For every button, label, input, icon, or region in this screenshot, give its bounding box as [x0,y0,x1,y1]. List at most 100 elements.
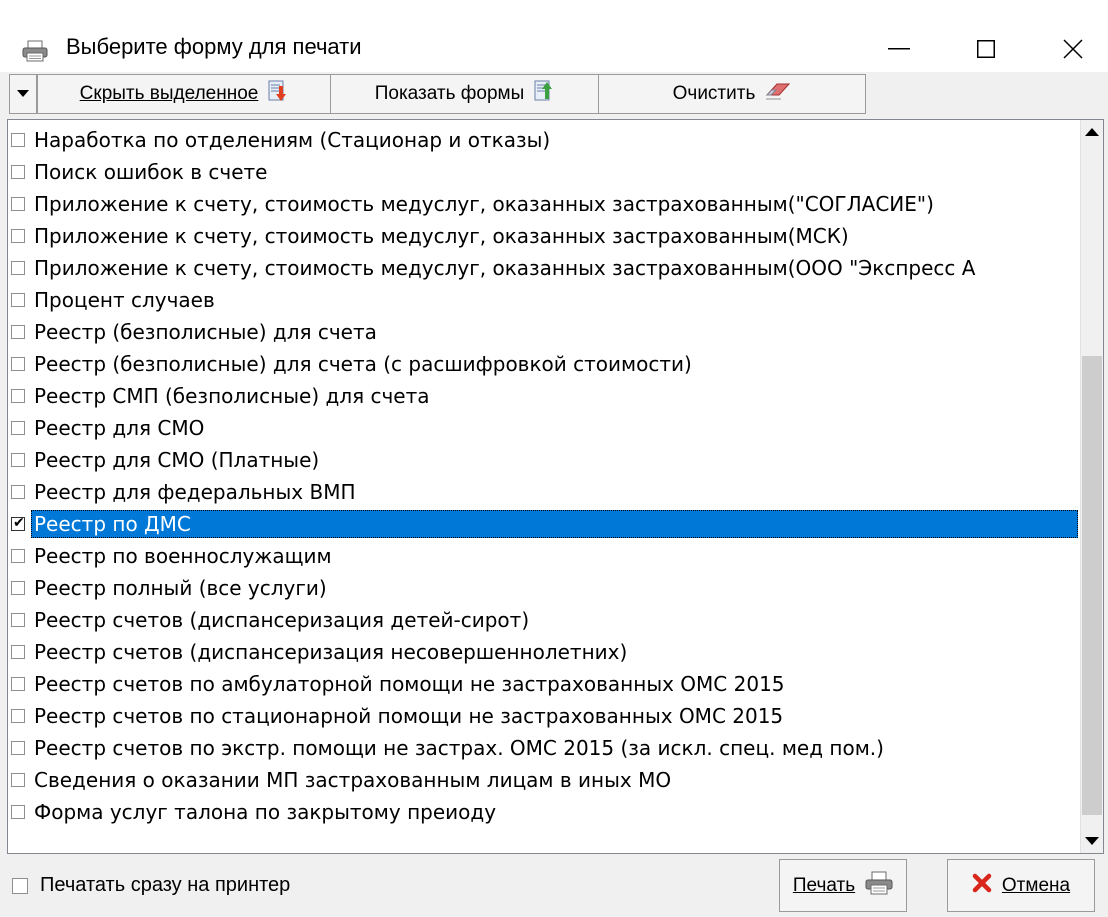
form-checkbox[interactable] [11,677,25,691]
form-label: Форма услуг талона по закрытому преиоду [34,800,497,824]
show-forms-label: Показать формы [374,83,525,104]
form-list-item[interactable]: Реестр для СМО (Платные) [8,444,1078,476]
cancel-button[interactable]: Отмена [947,859,1095,912]
printer-icon [22,40,48,62]
form-checkbox[interactable] [11,197,25,211]
form-label: Реестр по военнослужащим [34,544,332,568]
form-checkbox[interactable] [11,485,25,499]
minimize-button[interactable] [869,20,929,78]
form-label: Реестр полный (все услуги) [34,576,327,600]
form-label: Реестр для федеральных ВМП [34,480,356,504]
form-list-item[interactable]: ✔ Реестр по ДМС [8,508,1078,540]
show-forms-button[interactable]: Показать формы [330,74,599,114]
form-list-item[interactable]: Приложение к счету, стоимость медуслуг, … [8,252,1078,284]
checkmark-icon: ✔ [13,515,25,531]
form-label: Реестр счетов по экстр. помощи не застра… [34,736,884,760]
printer-icon [865,871,893,901]
form-list-item[interactable]: Сведения о оказании МП застрахованным ли… [8,764,1078,796]
form-checkbox[interactable] [11,453,25,467]
form-label: Реестр (безполисные) для счета [34,320,377,344]
scroll-down-button[interactable] [1081,829,1103,853]
maximize-button[interactable] [956,20,1016,78]
form-checkbox[interactable] [11,165,25,179]
form-label: Реестр по ДМС [31,510,1078,538]
form-label: Реестр СМП (безполисные) для счета [34,384,430,408]
print-button[interactable]: Печать [779,859,907,912]
form-list-item[interactable]: Реестр СМП (безполисные) для счета [8,380,1078,412]
form-label: Реестр для СМО (Платные) [34,448,320,472]
arrow-up-icon [1085,128,1099,136]
vertical-scrollbar[interactable] [1080,120,1103,853]
form-checkbox[interactable] [11,133,25,147]
form-checkbox[interactable] [11,773,25,787]
form-list-item[interactable]: Реестр (безполисные) для счета (с расшиф… [8,348,1078,380]
form-list-item[interactable]: Реестр (безполисные) для счета [8,316,1078,348]
form-checkbox[interactable] [11,357,25,371]
form-label: Сведения о оказании МП застрахованным ли… [34,768,672,792]
form-list-item[interactable]: Реестр счетов по амбулаторной помощи не … [8,668,1078,700]
form-list-item[interactable]: Реестр счетов (диспансеризация несоверше… [8,636,1078,668]
form-list-item[interactable]: Реестр для федеральных ВМП [8,476,1078,508]
clear-button[interactable]: Очистить [598,74,866,114]
form-checkbox[interactable] [11,581,25,595]
print-directly-checkbox[interactable] [12,878,28,894]
form-label: Реестр счетов по амбулаторной помощи не … [34,672,785,696]
form-checkbox[interactable] [11,261,25,275]
clear-label: Очистить [672,83,756,104]
form-label: Наработка по отделениям (Стационар и отк… [34,128,551,152]
form-checkbox[interactable] [11,293,25,307]
form-list-item[interactable]: Приложение к счету, стоимость медуслуг, … [8,220,1078,252]
form-list-item[interactable]: Приложение к счету, стоимость медуслуг, … [8,188,1078,220]
print-button-label: Печать [792,874,856,896]
form-label: Приложение к счету, стоимость медуслуг, … [34,256,976,280]
form-label: Поиск ошибок в счете [34,160,268,184]
form-checkbox[interactable]: ✔ [11,515,25,531]
form-label: Процент случаев [34,288,215,312]
form-checkbox[interactable] [11,421,25,435]
form-checkbox[interactable] [11,229,25,243]
form-label: Реестр для СМО [34,416,205,440]
form-list-item[interactable]: Реестр по военнослужащим [8,540,1078,572]
toolbar-dropdown-button[interactable] [9,74,37,114]
form-label: Реестр счетов (диспансеризация детей-сир… [34,608,530,632]
form-list-item[interactable]: Реестр для СМО [8,412,1078,444]
form-checkbox[interactable] [11,805,25,819]
form-checkbox[interactable] [11,645,25,659]
form-checkbox[interactable] [11,549,25,563]
eraser-icon [765,81,791,107]
footer: Печатать сразу на принтер Печать Отмена [0,856,1108,917]
cancel-x-icon [972,873,992,899]
form-list-item[interactable]: Наработка по отделениям (Стационар и отк… [8,124,1078,156]
hide-selected-icon [268,80,288,108]
print-directly-label[interactable]: Печатать сразу на принтер [40,874,290,897]
form-list-item[interactable]: Процент случаев [8,284,1078,316]
form-list-item[interactable]: Форма услуг талона по закрытому преиоду [8,796,1078,828]
form-checkbox[interactable] [11,389,25,403]
form-label: Реестр (безполисные) для счета (с расшиф… [34,352,692,376]
dropdown-arrow-icon [17,90,29,97]
cancel-button-label: Отмена [1001,874,1071,896]
form-checkbox[interactable] [11,613,25,627]
form-label: Приложение к счету, стоимость медуслуг, … [34,224,849,248]
form-list-item[interactable]: Реестр полный (все услуги) [8,572,1078,604]
window-title: Выберите форму для печати [66,34,362,59]
close-button[interactable] [1043,20,1103,78]
form-list-item[interactable]: Поиск ошибок в счете [8,156,1078,188]
form-list-item[interactable]: Реестр счетов по стационарной помощи не … [8,700,1078,732]
form-list-item[interactable]: Реестр счетов (диспансеризация детей-сир… [8,604,1078,636]
scroll-up-button[interactable] [1081,120,1103,144]
forms-list[interactable]: Наработка по отделениям (Стационар и отк… [7,119,1104,854]
form-list-item[interactable]: Реестр счетов по экстр. помощи не застра… [8,732,1078,764]
title-bar: Выберите форму для печати [0,10,1108,72]
show-forms-icon [534,80,554,108]
form-checkbox[interactable] [11,741,25,755]
hide-selected-button[interactable]: Скрыть выделенное [37,74,331,114]
form-label: Реестр счетов по стационарной помощи не … [34,704,784,728]
form-label: Реестр счетов (диспансеризация несоверше… [34,640,628,664]
scrollbar-thumb[interactable] [1082,356,1102,816]
arrow-down-icon [1085,837,1099,845]
forms-list-items: Наработка по отделениям (Стационар и отк… [8,124,1078,828]
toolbar: Скрыть выделенное Показать формы Очистит… [0,72,1108,120]
form-checkbox[interactable] [11,709,25,723]
form-checkbox[interactable] [11,325,25,339]
